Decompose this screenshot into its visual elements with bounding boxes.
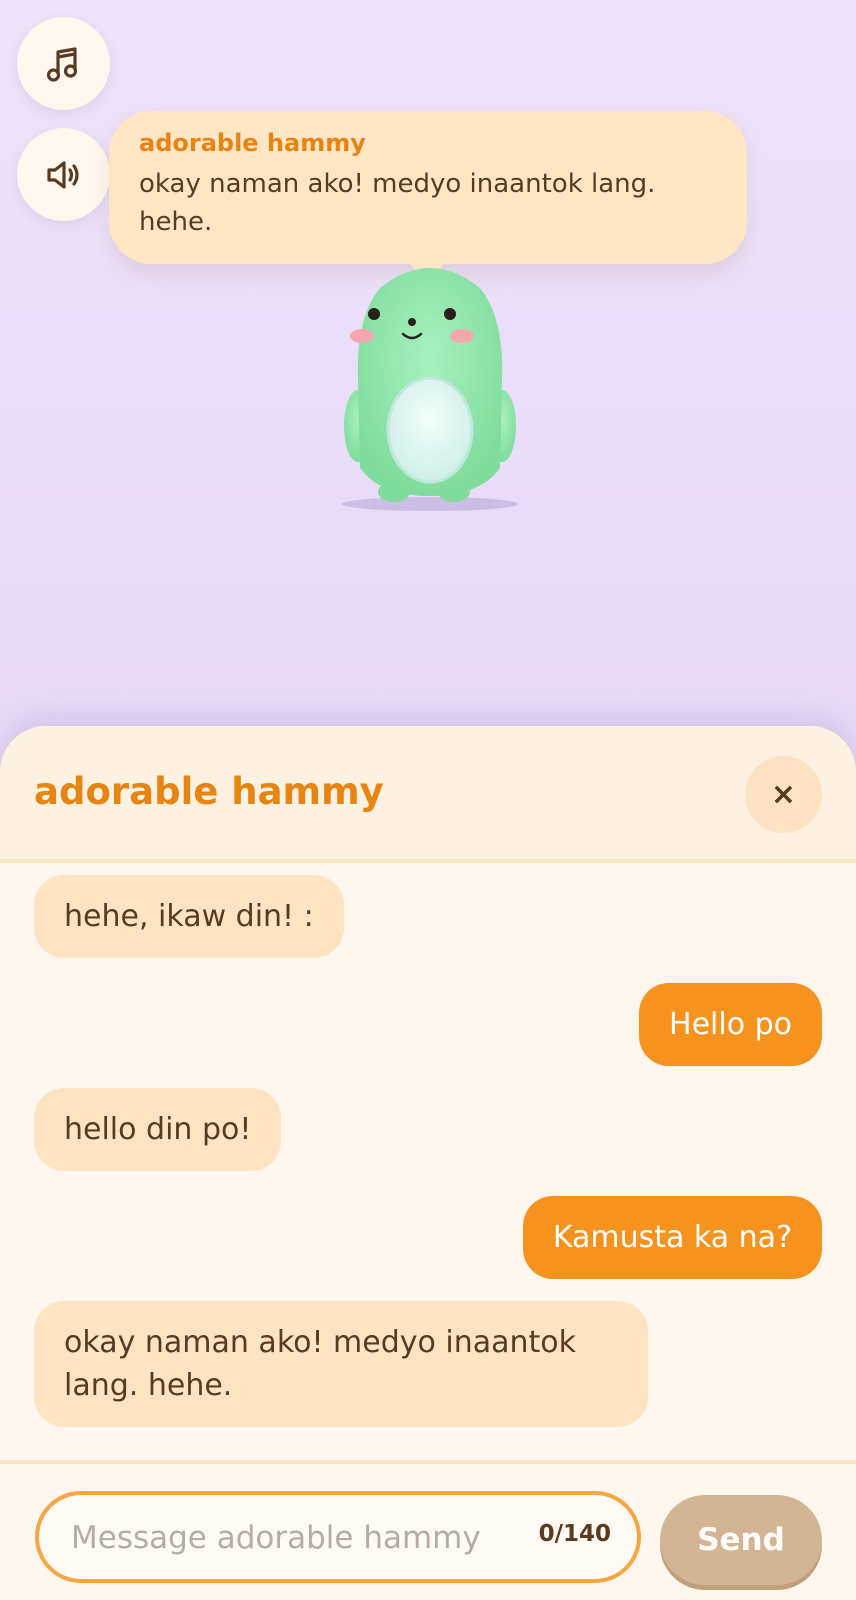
bot-message: okay naman ako! medyo inaantok lang. heh… <box>34 1301 648 1427</box>
send-button[interactable]: Send <box>660 1495 822 1585</box>
bot-message: hehe, ikaw din! : <box>34 875 344 958</box>
speech-bubble-name: adorable hammy <box>139 129 366 157</box>
user-message: Hello po <box>639 983 822 1066</box>
character-counter: 0/140 <box>538 1521 611 1547</box>
character-scene: adorable hammy okay naman ako! medyo ina… <box>0 0 856 740</box>
composer-bar: 0/140 Send <box>0 1460 856 1600</box>
chat-title: adorable hammy <box>34 770 384 813</box>
chat-header: adorable hammy × <box>0 726 856 863</box>
user-message: Kamusta ka na? <box>522 1196 822 1279</box>
speech-bubble-text: okay naman ako! medyo inaantok lang. heh… <box>139 169 656 237</box>
sound-toggle-button[interactable] <box>17 128 110 221</box>
message-field[interactable]: 0/140 <box>35 1491 641 1583</box>
hamster-mascot <box>342 268 518 511</box>
speaker-icon <box>46 160 79 189</box>
chat-panel: adorable hammy × hehe, ikaw din! : Hello… <box>0 726 856 1600</box>
speech-bubble: adorable hammy okay naman ako! medyo ina… <box>109 111 747 286</box>
music-note-icon <box>46 46 77 82</box>
close-icon: × <box>770 777 797 812</box>
bot-message: hello din po! <box>34 1088 282 1171</box>
close-button[interactable]: × <box>745 756 822 833</box>
music-toggle-button[interactable] <box>17 17 110 110</box>
message-list[interactable]: hehe, ikaw din! : Hello po hello din po!… <box>0 867 856 1467</box>
message-input[interactable] <box>69 1511 513 1565</box>
